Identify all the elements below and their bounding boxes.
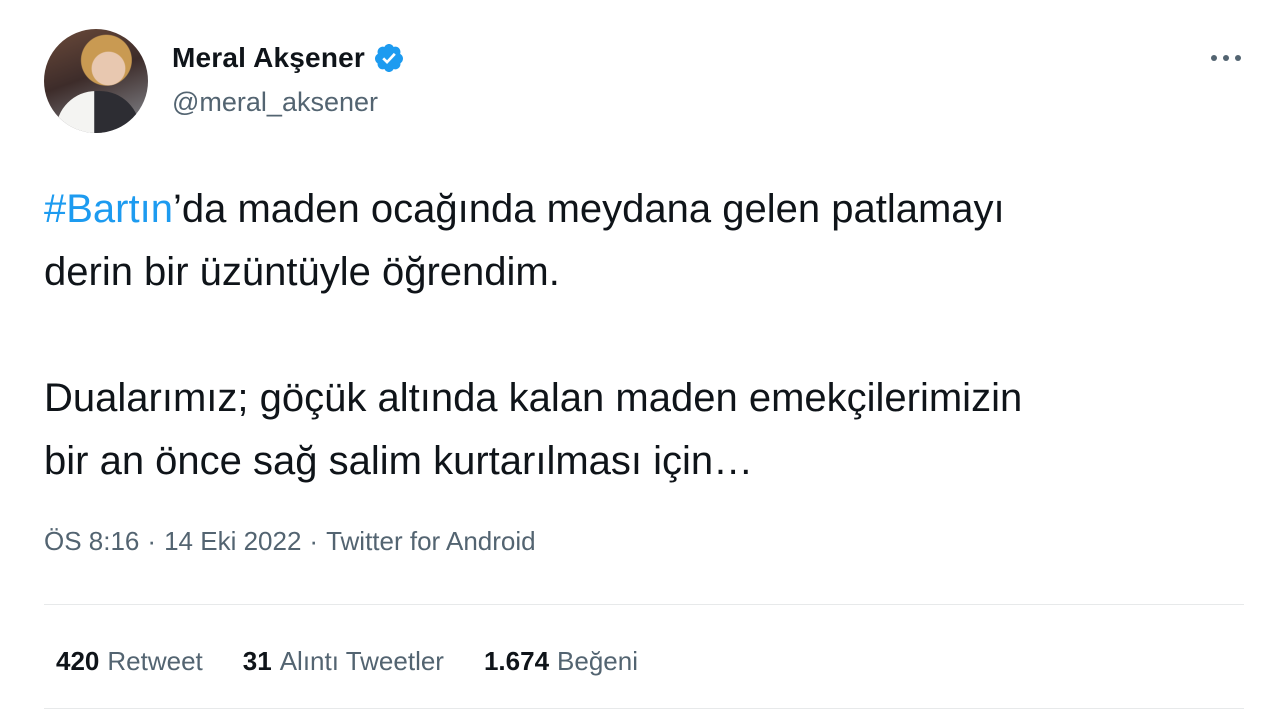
quote-tweets-label: Alıntı Tweetler (279, 646, 444, 676)
more-horizontal-icon (1211, 55, 1217, 61)
likes-stat[interactable]: 1.674 Beğeni (484, 646, 638, 677)
quote-tweets-count: 31 (242, 646, 272, 676)
tweet-card: Meral Akşener @meral_aksener #Bartın’da … (0, 0, 1280, 720)
tweet-line-1-text: ’da maden ocağında meydana gelen patlama… (172, 187, 1005, 231)
avatar[interactable] (44, 29, 148, 133)
likes-label: Beğeni (557, 646, 639, 676)
more-horizontal-icon (1235, 55, 1241, 61)
retweets-count: 420 (56, 646, 100, 676)
meta-separator: · (147, 526, 157, 556)
hashtag-link[interactable]: #Bartın (44, 187, 173, 231)
quote-tweets-stat[interactable]: 31 Alıntı Tweetler (243, 646, 444, 677)
author-handle[interactable]: @meral_aksener (172, 87, 378, 118)
tweet-source[interactable]: Twitter for Android (326, 526, 536, 557)
tweet-line-2: derin bir üzüntüyle öğrendim. (44, 250, 560, 294)
avatar-figure (56, 91, 140, 133)
tweet-date[interactable]: 14 Eki 2022 (164, 526, 301, 557)
likes-count: 1.674 (483, 646, 550, 676)
divider (44, 708, 1244, 709)
author-display-name[interactable]: Meral Akşener (172, 42, 365, 74)
tweet-stats: 420 Retweet 31 Alıntı Tweetler 1.674 Beğ… (56, 646, 638, 677)
more-horizontal-icon (1223, 55, 1229, 61)
tweet-line-3: Dualarımız; göçük altında kalan maden em… (44, 376, 1023, 420)
tweet-time[interactable]: ÖS 8:16 (44, 526, 139, 557)
tweet-line-1: #Bartın’da maden ocağında meydana gelen … (44, 178, 1244, 241)
divider (44, 604, 1244, 605)
tweet-text: #Bartın’da maden ocağında meydana gelen … (44, 178, 1244, 493)
retweets-label: Retweet (107, 646, 203, 676)
tweet-line-4: bir an önce sağ salim kurtarılması için… (44, 439, 754, 483)
tweet-meta: ÖS 8:16 · 14 Eki 2022 · Twitter for Andr… (44, 526, 536, 557)
retweets-stat[interactable]: 420 Retweet (56, 646, 203, 677)
author-name-row: Meral Akşener (172, 40, 405, 76)
meta-separator: · (309, 526, 319, 556)
verified-badge-icon (374, 44, 403, 72)
more-options-button[interactable] (1206, 46, 1246, 70)
